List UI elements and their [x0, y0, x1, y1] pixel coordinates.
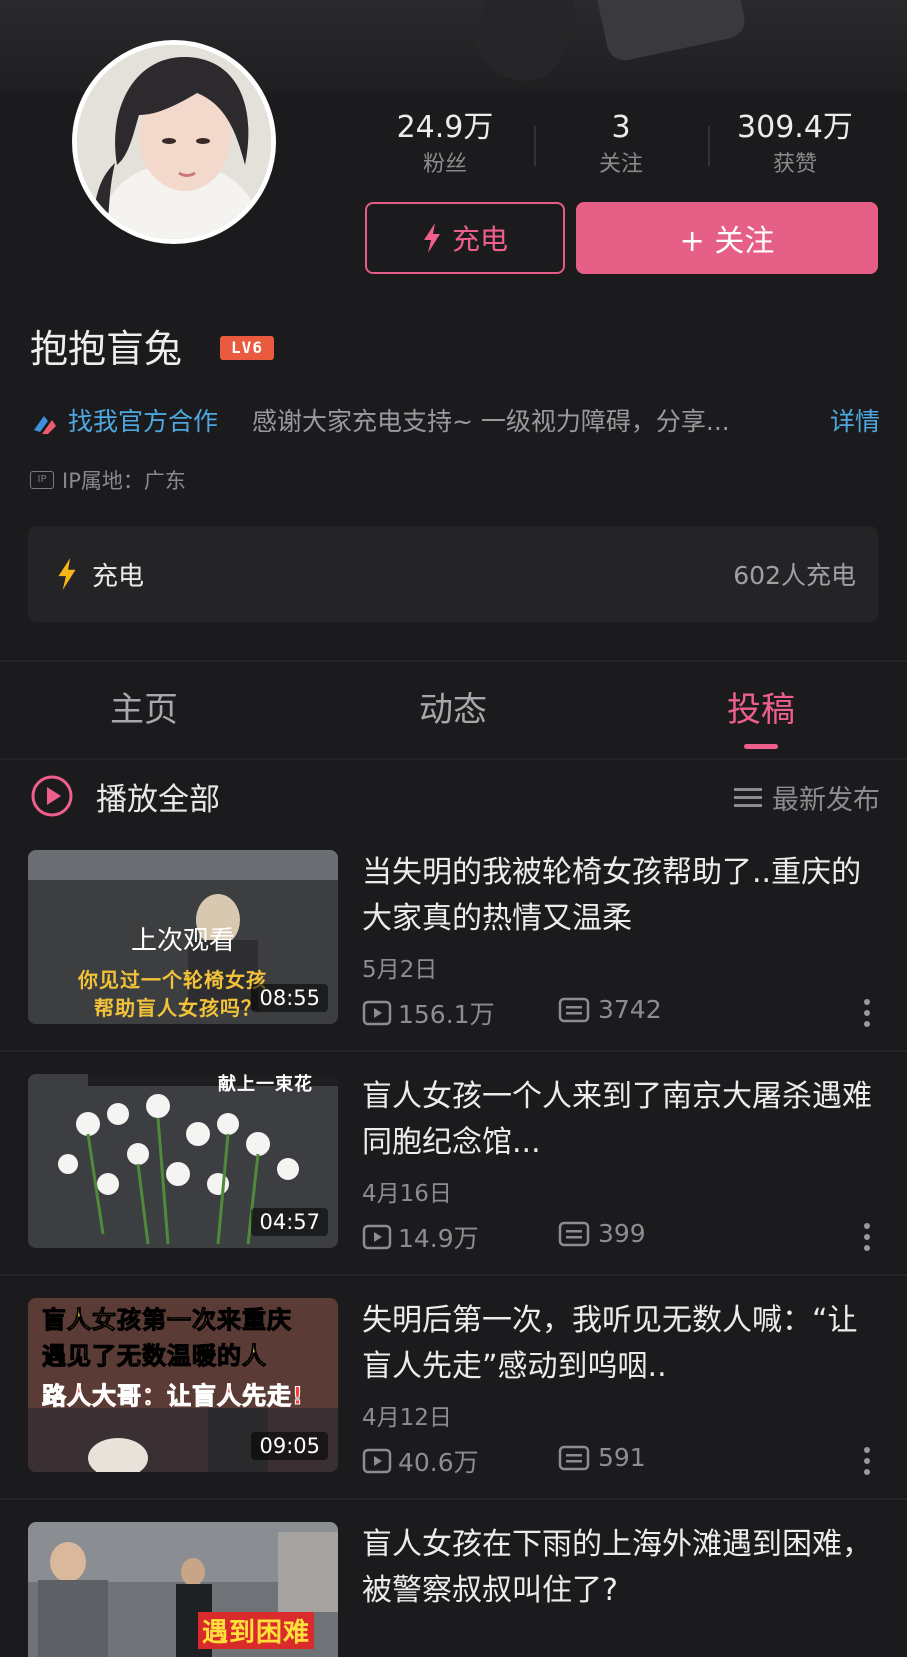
video-thumbnail[interactable]: 上次观看 你见过一个轮椅女孩 帮助盲人女孩吗？ 08:55	[28, 850, 338, 1024]
video-meta: 156.1万 3742	[362, 995, 882, 1031]
video-meta: 14.9万 399	[362, 1219, 882, 1255]
comment-icon	[558, 997, 590, 1022]
video-date: 5月2日	[362, 957, 438, 983]
bio-text: 感谢大家充电支持~ 一级视力障碍，分享...	[252, 407, 730, 436]
video-date: 4月12日	[362, 1405, 452, 1431]
video-item[interactable]: 盲人女孩第一次来重庆 遇见了无数温暖的人 路人大哥：让盲人先走! 09:05 失…	[0, 1298, 907, 1522]
video-duration: 09:05	[251, 1432, 328, 1460]
view-count: 156.1万	[362, 995, 495, 1031]
video-thumbnail[interactable]: 遇到困难	[28, 1522, 338, 1657]
charge-button-label: 充电	[451, 223, 508, 256]
ip-location-text: IP属地：广东	[62, 469, 186, 493]
play-all-button[interactable]: 播放全部	[96, 774, 220, 819]
view-count-text: 156.1万	[398, 1000, 495, 1029]
video-duration: 04:57	[251, 1208, 328, 1236]
username: 抱抱盲兔	[30, 327, 183, 371]
bio-row: 找我官方合作 感谢大家充电支持~ 一级视力障碍，分享... 详情	[30, 402, 880, 442]
thumbnail-caption: 遇到困难	[198, 1612, 315, 1649]
follow-button[interactable]: + 关注	[576, 202, 878, 274]
cooperation-link[interactable]: 找我官方合作	[68, 402, 218, 438]
stat-value: 3	[611, 110, 631, 145]
comment-icon	[558, 1221, 590, 1246]
more-options-icon[interactable]	[862, 1221, 872, 1253]
thumbnail-caption: 路人大哥：让盲人先走!	[42, 1382, 304, 1411]
divider	[0, 660, 907, 662]
comment-count-text: 3742	[598, 995, 662, 1024]
video-date: 4月16日	[362, 1181, 452, 1207]
list-header: 播放全部 最新发布	[30, 772, 880, 822]
sort-button[interactable]: 最新发布	[734, 778, 880, 817]
video-item[interactable]: 献上一束花 04:57 盲人女孩一个人来到了南京大屠杀遇难同胞纪念馆... 4月…	[0, 1074, 907, 1298]
view-count-text: 14.9万	[398, 1224, 479, 1253]
stat-followers[interactable]: 24.9万 粉丝	[365, 108, 525, 182]
level-badge: LV6	[220, 336, 274, 360]
stat-label: 关注	[598, 152, 643, 177]
tab-home[interactable]: 主页	[44, 680, 244, 740]
comment-icon	[558, 1445, 590, 1470]
video-thumbnail[interactable]: 盲人女孩第一次来重庆 遇见了无数温暖的人 路人大哥：让盲人先走! 09:05	[28, 1298, 338, 1472]
comment-count-text: 591	[598, 1443, 646, 1472]
divider	[0, 1274, 907, 1276]
profile-tabs: 主页 动态 投稿	[0, 680, 907, 750]
divider	[0, 1498, 907, 1500]
stat-label: 获赞	[772, 152, 817, 177]
last-watched-label: 上次观看	[130, 926, 235, 956]
play-count-icon	[362, 1448, 392, 1474]
thumbnail-caption: 你见过一个轮椅女孩	[78, 968, 267, 992]
more-options-icon[interactable]	[862, 1445, 872, 1477]
sort-label: 最新发布	[772, 785, 880, 816]
view-count: 40.6万	[362, 1443, 479, 1479]
follow-button-label: + 关注	[679, 224, 775, 259]
thumbnail-caption: 遇见了无数温暖的人	[42, 1342, 267, 1371]
video-title[interactable]: 盲人女孩一个人来到了南京大屠杀遇难同胞纪念馆...	[362, 1074, 872, 1166]
video-item[interactable]: 遇到困难 盲人女孩在下雨的上海外滩遇到困难，被警察叔叔叫住了?	[0, 1522, 907, 1657]
play-count-icon	[362, 1224, 392, 1250]
video-title[interactable]: 盲人女孩在下雨的上海外滩遇到困难，被警察叔叔叫住了?	[362, 1522, 872, 1614]
active-tab-indicator	[744, 744, 778, 749]
view-count: 14.9万	[362, 1219, 479, 1255]
video-item[interactable]: 上次观看 你见过一个轮椅女孩 帮助盲人女孩吗？ 08:55 当失明的我被轮椅女孩…	[0, 850, 907, 1074]
comment-count-text: 399	[598, 1219, 646, 1248]
profile-stats: 24.9万 粉丝 3 关注 309.4万 获赞	[365, 108, 877, 188]
comment-count: 3742	[558, 995, 662, 1024]
divider	[0, 1050, 907, 1052]
stat-following[interactable]: 3 关注	[541, 108, 701, 182]
view-count-text: 40.6万	[398, 1448, 479, 1477]
video-title[interactable]: 失明后第一次，我听见无数人喊：“让盲人先走”感动到呜咽..	[362, 1298, 872, 1390]
stat-value: 24.9万	[396, 110, 494, 145]
thumbnail-caption: 献上一束花	[218, 1074, 313, 1095]
list-icon	[734, 787, 762, 807]
video-thumbnail[interactable]: 献上一束花 04:57	[28, 1074, 338, 1248]
ip-icon: IP	[30, 471, 54, 489]
lightning-icon	[58, 558, 76, 590]
play-circle-icon[interactable]	[30, 774, 74, 818]
lightning-icon	[423, 223, 440, 253]
stat-divider	[708, 126, 710, 166]
charge-card-count: 602人充电	[733, 561, 856, 590]
stat-divider	[534, 126, 536, 166]
ip-location: IP IP属地：广东	[30, 465, 186, 495]
thumbnail-caption: 盲人女孩第一次来重庆	[42, 1306, 292, 1335]
charge-card[interactable]: 充电 602人充电	[28, 526, 878, 622]
comment-count: 591	[558, 1443, 646, 1472]
tab-dynamics[interactable]: 动态	[353, 680, 553, 740]
video-duration: 08:55	[251, 984, 328, 1012]
divider	[0, 758, 907, 760]
cooperation-icon	[34, 416, 56, 434]
video-meta: 40.6万 591	[362, 1443, 882, 1479]
video-title[interactable]: 当失明的我被轮椅女孩帮助了..重庆的大家真的热情又温柔	[362, 850, 872, 942]
stat-label: 粉丝	[422, 152, 467, 177]
thumbnail-caption: 帮助盲人女孩吗？	[94, 996, 262, 1020]
stat-likes[interactable]: 309.4万 获赞	[715, 108, 875, 182]
avatar[interactable]	[72, 40, 276, 244]
comment-count: 399	[558, 1219, 646, 1248]
tab-uploads[interactable]: 投稿	[661, 680, 861, 740]
play-count-icon	[362, 1000, 392, 1026]
charge-card-title: 充电	[92, 562, 145, 592]
bio-more-link[interactable]: 详情	[830, 402, 880, 438]
more-options-icon[interactable]	[862, 997, 872, 1029]
stat-value: 309.4万	[737, 110, 853, 145]
charge-button[interactable]: 充电	[365, 202, 565, 274]
